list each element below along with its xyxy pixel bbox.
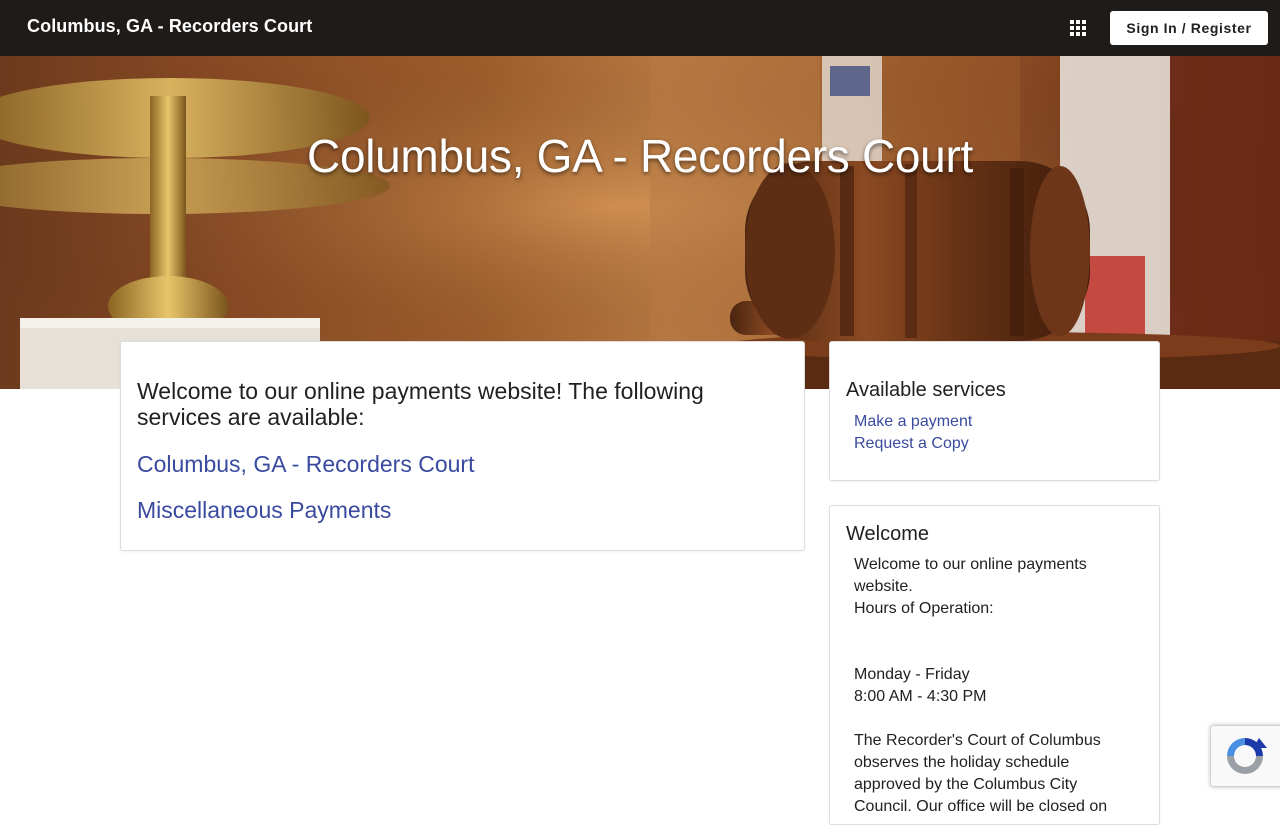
request-copy-link[interactable]: Request a Copy (854, 435, 969, 453)
hero-banner: Columbus, GA - Recorders Court (0, 56, 1280, 389)
welcome-title: Welcome (846, 523, 929, 545)
available-services-title: Available services (846, 379, 1006, 401)
welcome-card: Welcome Welcome to our online payments w… (829, 505, 1160, 825)
sign-in-register-button[interactable]: Sign In / Register (1110, 11, 1268, 45)
make-payment-link[interactable]: Make a payment (854, 413, 972, 431)
courtroom-gavel-image (0, 56, 1280, 389)
top-navbar: Columbus, GA - Recorders Court Sign In /… (0, 0, 1280, 56)
main-heading: Welcome to our online payments website! … (137, 378, 704, 430)
recorders-court-link[interactable]: Columbus, GA - Recorders Court (137, 451, 474, 478)
grid-icon[interactable] (1066, 16, 1090, 40)
hero-title: Columbus, GA - Recorders Court (307, 130, 973, 182)
available-services-card: Available services Make a payment Reques… (829, 341, 1160, 481)
services-overview-card: Welcome to our online payments website! … (120, 341, 805, 551)
recaptcha-icon (1227, 738, 1267, 774)
recaptcha-badge[interactable] (1210, 725, 1280, 787)
miscellaneous-payments-link[interactable]: Miscellaneous Payments (137, 497, 391, 524)
welcome-body: Welcome to our online payments website. … (854, 556, 1108, 815)
site-brand[interactable]: Columbus, GA - Recorders Court (27, 16, 312, 37)
